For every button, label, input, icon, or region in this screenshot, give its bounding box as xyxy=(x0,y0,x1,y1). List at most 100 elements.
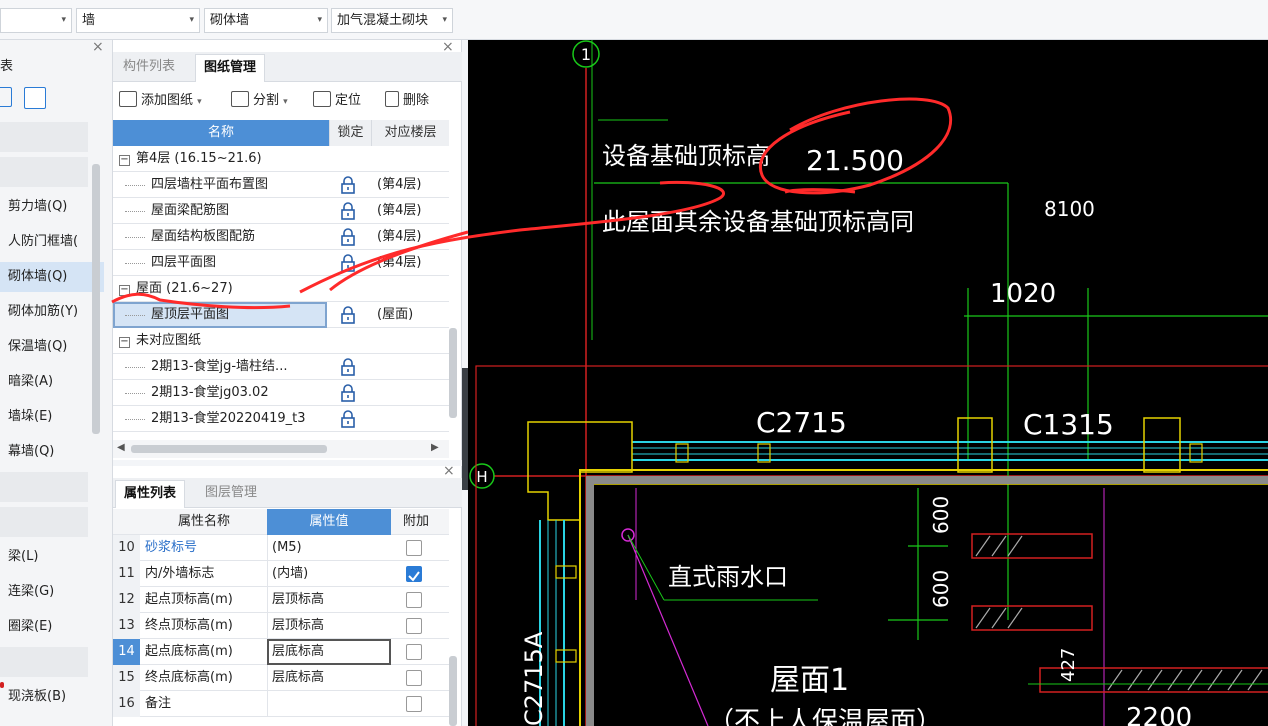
property-row[interactable]: 16 备注 xyxy=(113,691,449,717)
lock-icon[interactable] xyxy=(340,357,356,377)
extra-checkbox[interactable] xyxy=(406,670,422,686)
lock-icon[interactable] xyxy=(340,305,356,325)
scroll-thumb[interactable] xyxy=(131,445,327,453)
drawing-row[interactable]: 屋面结构板图配筋 (第4层) xyxy=(113,224,449,250)
tab-drawing-management[interactable]: 图纸管理 xyxy=(195,54,266,82)
drawing-list-scrollbar[interactable] xyxy=(449,328,457,418)
nav-group-header[interactable] xyxy=(0,472,88,502)
property-value[interactable]: 层顶标高 xyxy=(267,587,391,613)
property-row[interactable]: 12 起点顶标高(m) 层顶标高 xyxy=(113,587,449,613)
tree-connector xyxy=(125,211,145,212)
nav-item-ring-beam[interactable]: 圈梁(E) xyxy=(0,612,104,642)
scroll-left-icon[interactable]: ◀ xyxy=(117,442,125,453)
split-label: 分割 xyxy=(253,93,280,108)
cad-viewport[interactable]: 1 H 设备基础顶标高 21.500 此屋面其余设备基础顶标高同 8100 10… xyxy=(468,40,1268,726)
drawing-name[interactable]: 2期13-食堂jg03.02 xyxy=(113,380,327,406)
drawing-name[interactable]: 屋顶层平面图 xyxy=(113,302,327,328)
material-dropdown[interactable]: 加气混凝土砌块 ▾ xyxy=(331,8,453,33)
property-value[interactable]: 层底标高 xyxy=(267,665,391,691)
extra-checkbox[interactable] xyxy=(406,540,422,556)
column-outline xyxy=(1143,417,1181,473)
drawing-name[interactable]: 屋面梁配筋图 xyxy=(113,198,327,224)
collapse-icon[interactable]: − xyxy=(119,155,130,166)
close-icon[interactable]: × xyxy=(92,39,104,55)
nav-scrollbar[interactable] xyxy=(92,164,100,434)
nav-item-coupling-beam[interactable]: 连梁(G) xyxy=(0,577,104,607)
property-value[interactable]: 层底标高 xyxy=(267,639,391,665)
nav-group-header[interactable] xyxy=(0,122,88,152)
drawing-group-row[interactable]: − 屋面 (21.6~27) xyxy=(113,276,449,302)
tab-component-list[interactable]: 构件列表 xyxy=(115,54,183,82)
property-row[interactable]: 14 起点底标高(m) 层底标高 xyxy=(113,639,449,665)
tab-property-list[interactable]: 属性列表 xyxy=(115,480,186,508)
nav-item-curtain-wall[interactable]: 幕墙(Q) xyxy=(0,437,104,467)
nav-group-header[interactable] xyxy=(0,647,88,677)
horizontal-scrollbar[interactable]: ◀ ▶ xyxy=(113,440,449,458)
drawing-group-row[interactable]: − 第4层 (16.15~21.6) xyxy=(113,146,449,172)
nav-item-shear-wall[interactable]: 剪力墙(Q) xyxy=(0,192,104,222)
locate-button[interactable]: 定位 xyxy=(313,90,361,112)
nav-item-wall-pier[interactable]: 墙垛(E) xyxy=(0,402,104,432)
property-value[interactable]: (内墙) xyxy=(267,561,391,587)
lock-icon[interactable] xyxy=(340,383,356,403)
drawing-floor: (第4层) xyxy=(377,229,422,244)
close-icon[interactable]: × xyxy=(443,463,455,479)
properties-scrollbar[interactable] xyxy=(449,656,457,726)
drawing-name[interactable]: 屋面结构板图配筋 xyxy=(113,224,327,250)
nav-item-civil-defense-wall[interactable]: 人防门框墙( xyxy=(0,227,104,257)
error-marker xyxy=(0,682,4,688)
detail-view-icon[interactable] xyxy=(24,87,46,109)
drawing-name[interactable]: 2期13-食堂jg-墙柱结... xyxy=(113,354,327,380)
delete-button[interactable]: 删除 xyxy=(385,90,429,112)
lock-icon[interactable] xyxy=(340,253,356,273)
nav-item-cast-slab[interactable]: 现浇板(B) xyxy=(0,682,104,712)
nav-group-header[interactable] xyxy=(0,507,88,537)
nav-item-insulation-wall[interactable]: 保温墙(Q) xyxy=(0,332,104,362)
extra-checkbox[interactable] xyxy=(406,696,422,712)
drawing-row[interactable]: 2期13-食堂jg03.02 xyxy=(113,380,449,406)
property-value[interactable]: (M5) xyxy=(267,535,391,561)
drawing-group-row[interactable]: − 未对应图纸 xyxy=(113,328,449,354)
collapse-icon[interactable]: − xyxy=(119,285,130,296)
property-row[interactable]: 10 砂浆标号 (M5) xyxy=(113,535,449,561)
extra-checkbox[interactable] xyxy=(406,618,422,634)
scroll-right-icon[interactable]: ▶ xyxy=(431,442,439,453)
drawing-name[interactable]: 2期13-食堂20220419_t3 xyxy=(113,406,327,432)
lock-icon[interactable] xyxy=(340,227,356,247)
type-dropdown[interactable]: 墙 ▾ xyxy=(76,8,200,33)
drawing-name[interactable]: 四层平面图 xyxy=(113,250,327,276)
property-value[interactable] xyxy=(267,691,391,717)
extra-checkbox[interactable] xyxy=(406,644,422,660)
window-c2715a: C2715A xyxy=(520,631,548,726)
drawing-row[interactable]: 2期13-食堂20220419_t3 xyxy=(113,406,449,432)
list-view-icon[interactable] xyxy=(0,87,12,107)
property-value[interactable]: 层顶标高 xyxy=(267,613,391,639)
nav-item-masonry-wall[interactable]: 砌体墙(Q) xyxy=(0,262,104,292)
tab-layer-management[interactable]: 图层管理 xyxy=(197,480,265,508)
dim-1020: 1020 xyxy=(990,279,1056,309)
add-drawing-button[interactable]: 添加图纸 ▾ xyxy=(119,90,202,112)
property-row[interactable]: 13 终点顶标高(m) 层顶标高 xyxy=(113,613,449,639)
drawing-row[interactable]: 屋面梁配筋图 (第4层) xyxy=(113,198,449,224)
extra-checkbox[interactable] xyxy=(406,566,422,582)
nav-item-beam[interactable]: 梁(L) xyxy=(0,542,104,572)
split-button[interactable]: 分割 ▾ xyxy=(231,90,288,112)
extra-checkbox[interactable] xyxy=(406,592,422,608)
lock-icon[interactable] xyxy=(340,201,356,221)
drawing-row[interactable]: 2期13-食堂jg-墙柱结... xyxy=(113,354,449,380)
nav-item-masonry-rebar[interactable]: 砌体加筋(Y) xyxy=(0,297,104,327)
collapse-icon[interactable]: − xyxy=(119,337,130,348)
lock-icon[interactable] xyxy=(340,409,356,429)
drawing-name[interactable]: 四层墙柱平面布置图 xyxy=(113,172,327,198)
property-row[interactable]: 11 内/外墙标志 (内墙) xyxy=(113,561,449,587)
subtype-dropdown[interactable]: 砌体墙 ▾ xyxy=(204,8,328,33)
nav-group-header[interactable] xyxy=(0,157,88,187)
group-label: − 未对应图纸 xyxy=(119,328,201,354)
drawing-row[interactable]: 四层平面图 (第4层) xyxy=(113,250,449,276)
category-dropdown[interactable]: ▾ xyxy=(0,8,72,33)
drawing-row[interactable]: 四层墙柱平面布置图 (第4层) xyxy=(113,172,449,198)
property-row[interactable]: 15 终点底标高(m) 层底标高 xyxy=(113,665,449,691)
drawing-row[interactable]: 屋顶层平面图 (屋面) xyxy=(113,302,449,328)
nav-item-hidden-beam[interactable]: 暗梁(A) xyxy=(0,367,104,397)
lock-icon[interactable] xyxy=(340,175,356,195)
